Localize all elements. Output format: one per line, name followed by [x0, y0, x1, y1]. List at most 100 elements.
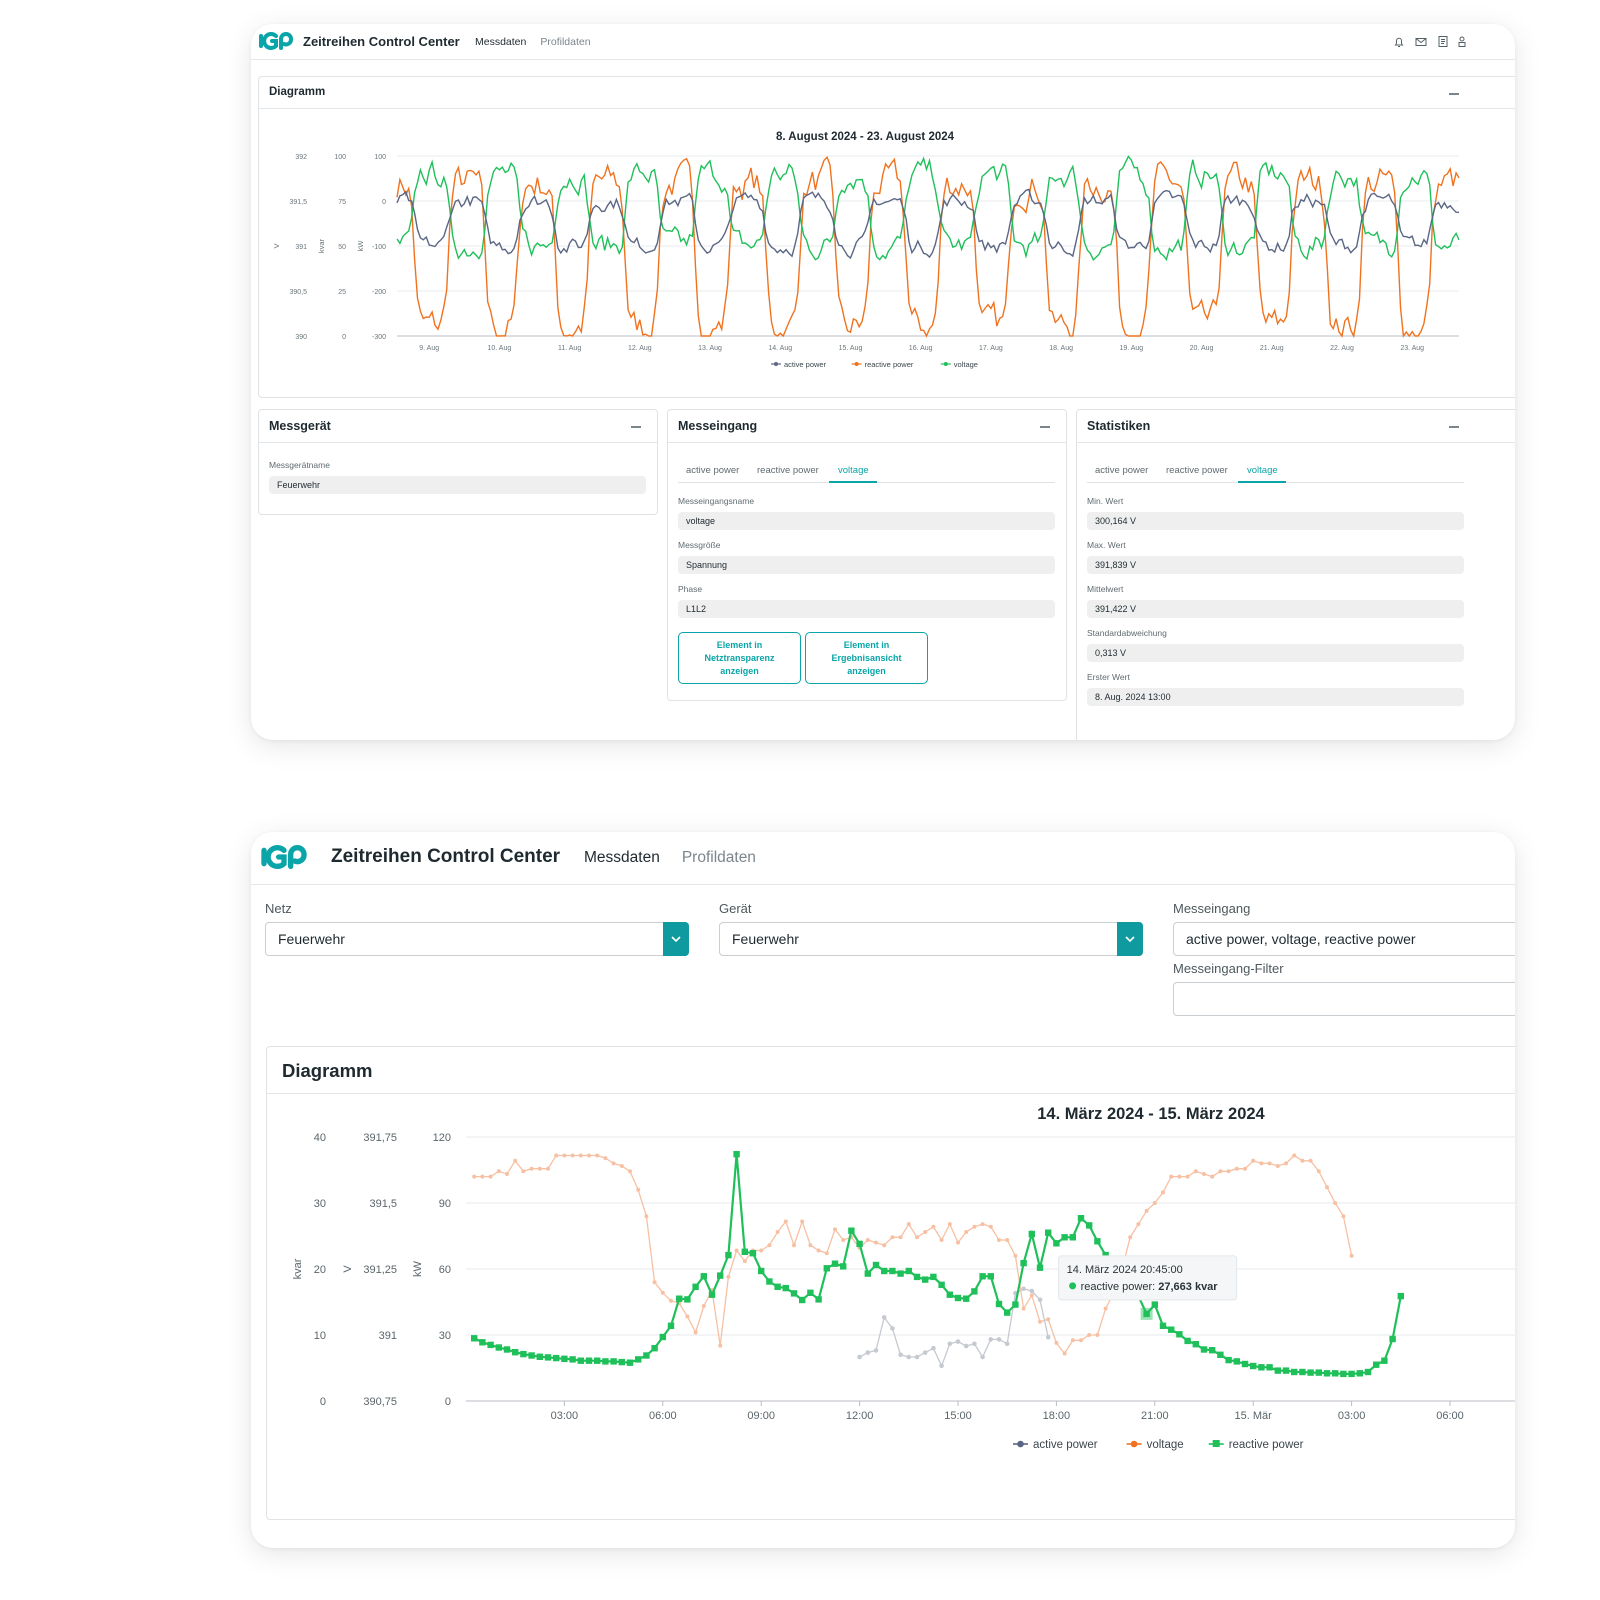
- data-point-reactive-power[interactable]: [1291, 1368, 1298, 1376]
- data-point-reactive-power[interactable]: [1356, 1370, 1363, 1377]
- data-point-reactive-power[interactable]: [897, 1270, 904, 1277]
- messeingang-filter-input[interactable]: [1173, 982, 1515, 1016]
- nav-messdaten[interactable]: Messdaten: [475, 36, 526, 48]
- data-point-reactive-power[interactable]: [1200, 1346, 1208, 1353]
- data-point-reactive-power[interactable]: [585, 1357, 593, 1364]
- data-point-reactive-power[interactable]: [626, 1359, 634, 1366]
- data-point-reactive-power[interactable]: [676, 1295, 683, 1302]
- data-point-reactive-power[interactable]: [1045, 1229, 1052, 1236]
- data-point-reactive-power[interactable]: [610, 1358, 617, 1365]
- data-point-reactive-power[interactable]: [1282, 1367, 1290, 1374]
- data-point-reactive-power[interactable]: [954, 1294, 962, 1302]
- data-point-reactive-power[interactable]: [1012, 1301, 1019, 1308]
- data-point-reactive-power[interactable]: [930, 1273, 937, 1281]
- tab-reactive-power[interactable]: reactive power: [757, 465, 819, 476]
- data-point-reactive-power[interactable]: [1348, 1370, 1355, 1378]
- data-point-reactive-power[interactable]: [815, 1296, 822, 1303]
- data-point-reactive-power[interactable]: [1061, 1234, 1068, 1241]
- minimize-button[interactable]: [631, 426, 641, 428]
- data-point-reactive-power[interactable]: [602, 1358, 609, 1365]
- data-point-reactive-power[interactable]: [1381, 1357, 1388, 1364]
- legend-item-active-power[interactable]: active power: [1013, 1439, 1098, 1451]
- data-point-reactive-power[interactable]: [1028, 1230, 1035, 1238]
- data-point-reactive-power[interactable]: [963, 1295, 970, 1302]
- data-point-reactive-power[interactable]: [553, 1354, 560, 1362]
- data-point-reactive-power[interactable]: [1176, 1331, 1183, 1338]
- data-point-reactive-power[interactable]: [741, 1248, 748, 1255]
- data-point-reactive-power[interactable]: [717, 1272, 724, 1279]
- data-point-reactive-power[interactable]: [1209, 1347, 1216, 1354]
- data-point-reactive-power[interactable]: [766, 1278, 773, 1285]
- data-point-reactive-power[interactable]: [692, 1283, 699, 1290]
- igp-logo[interactable]: [261, 845, 307, 869]
- data-point-reactive-power[interactable]: [495, 1344, 502, 1351]
- show-in-ergebnisansicht-button[interactable]: Element in Ergebnisansicht anzeigen: [805, 632, 928, 684]
- data-point-reactive-power[interactable]: [1020, 1259, 1027, 1267]
- nav-messdaten[interactable]: Messdaten: [584, 849, 660, 867]
- tab-voltage[interactable]: voltage: [1247, 465, 1278, 476]
- data-point-reactive-power[interactable]: [823, 1265, 830, 1272]
- data-point-reactive-power[interactable]: [889, 1267, 896, 1275]
- users-icon[interactable]: [1458, 35, 1468, 48]
- data-point-reactive-power[interactable]: [643, 1352, 650, 1359]
- data-point-reactive-power[interactable]: [528, 1352, 535, 1359]
- data-point-reactive-power[interactable]: [831, 1260, 839, 1267]
- data-point-reactive-power[interactable]: [1241, 1360, 1249, 1368]
- data-point-reactive-power[interactable]: [1086, 1222, 1093, 1229]
- legend-item-voltage[interactable]: voltage: [1126, 1439, 1184, 1451]
- data-point-reactive-power[interactable]: [618, 1358, 625, 1366]
- data-point-reactive-power[interactable]: [1397, 1292, 1404, 1300]
- data-point-reactive-power[interactable]: [635, 1356, 642, 1363]
- data-point-reactive-power[interactable]: [487, 1341, 494, 1349]
- data-point-reactive-power[interactable]: [979, 1273, 986, 1280]
- messeingang-select[interactable]: active power, voltage, reactive power: [1173, 922, 1515, 956]
- data-point-reactive-power[interactable]: [938, 1281, 945, 1288]
- data-point-reactive-power[interactable]: [1151, 1301, 1158, 1308]
- data-point-reactive-power[interactable]: [881, 1267, 888, 1275]
- netz-select[interactable]: Feuerwehr: [265, 922, 689, 956]
- data-point-reactive-power[interactable]: [946, 1291, 953, 1298]
- data-point-reactive-power[interactable]: [913, 1273, 921, 1281]
- data-point-reactive-power[interactable]: [1389, 1335, 1396, 1343]
- igp-logo[interactable]: [259, 32, 293, 50]
- data-point-reactive-power[interactable]: [544, 1354, 552, 1361]
- data-point-reactive-power[interactable]: [561, 1355, 568, 1362]
- legend-item-active-power[interactable]: active power: [771, 360, 827, 369]
- data-point-reactive-power[interactable]: [536, 1353, 543, 1360]
- geraet-select[interactable]: Feuerwehr: [719, 922, 1143, 956]
- minimize-button[interactable]: [1449, 93, 1459, 95]
- data-point-reactive-power[interactable]: [1250, 1362, 1257, 1370]
- data-point-reactive-power[interactable]: [987, 1273, 994, 1280]
- show-in-netztransparenz-button[interactable]: Element in Netztransparenz anzeigen: [678, 632, 801, 684]
- data-point-reactive-power[interactable]: [1217, 1351, 1224, 1358]
- data-point-reactive-power[interactable]: [1233, 1358, 1240, 1365]
- data-point-reactive-power[interactable]: [520, 1350, 527, 1358]
- data-point-reactive-power[interactable]: [807, 1289, 814, 1296]
- bell-icon[interactable]: [1393, 36, 1405, 48]
- chevron-down-icon[interactable]: [1117, 922, 1143, 956]
- data-point-reactive-power[interactable]: [971, 1288, 978, 1295]
- data-point-reactive-power[interactable]: [905, 1267, 912, 1275]
- data-point-reactive-power[interactable]: [1274, 1367, 1281, 1374]
- data-point-reactive-power[interactable]: [708, 1291, 716, 1298]
- data-point-reactive-power[interactable]: [594, 1357, 601, 1364]
- data-point-reactive-power[interactable]: [1168, 1326, 1175, 1333]
- data-point-reactive-power[interactable]: [659, 1333, 666, 1341]
- data-point-reactive-power[interactable]: [922, 1276, 929, 1283]
- data-point-reactive-power[interactable]: [1266, 1364, 1273, 1371]
- data-point-reactive-power[interactable]: [651, 1345, 658, 1352]
- data-point-reactive-power[interactable]: [733, 1151, 740, 1158]
- data-point-reactive-power[interactable]: [667, 1322, 675, 1329]
- data-point-reactive-power[interactable]: [872, 1261, 880, 1269]
- data-point-reactive-power[interactable]: [1332, 1370, 1339, 1377]
- data-point-reactive-power[interactable]: [995, 1300, 1003, 1308]
- nav-profildaten[interactable]: Profildaten: [682, 849, 756, 867]
- data-point-reactive-power[interactable]: [684, 1296, 691, 1303]
- nav-profildaten[interactable]: Profildaten: [540, 36, 590, 48]
- data-point-reactive-power[interactable]: [503, 1346, 511, 1353]
- data-point-reactive-power[interactable]: [1077, 1215, 1085, 1222]
- data-point-reactive-power[interactable]: [1364, 1368, 1372, 1376]
- data-point-reactive-power[interactable]: [1258, 1364, 1265, 1371]
- data-point-reactive-power[interactable]: [1225, 1356, 1232, 1364]
- data-point-reactive-power[interactable]: [1094, 1238, 1101, 1245]
